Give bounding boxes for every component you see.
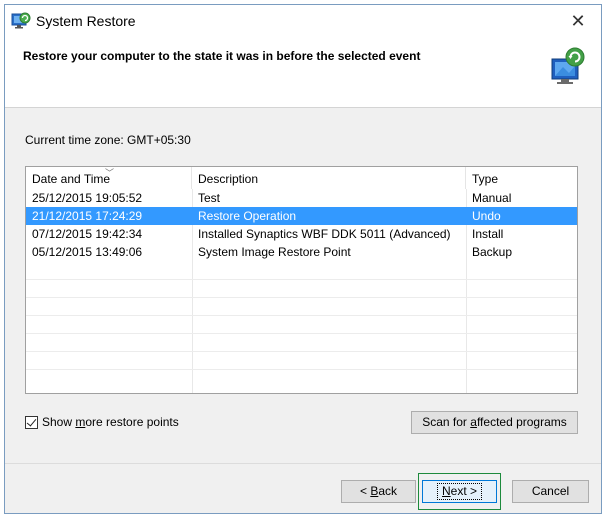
restore-point-row[interactable]: 05/12/2015 13:49:06 System Image Restore… (26, 243, 577, 261)
wizard-header: Restore your computer to the state it wa… (5, 37, 601, 108)
show-more-restore-points-option[interactable]: Show more restore points (25, 415, 179, 429)
column-date-and-time[interactable]: Date and Time ﹀ (26, 167, 192, 189)
window-title: System Restore (36, 13, 136, 29)
restore-point-row[interactable]: 07/12/2015 19:42:34 Installed Synaptics … (26, 225, 577, 243)
row-type: Install (472, 227, 504, 241)
column-description[interactable]: Description (192, 167, 466, 189)
system-restore-icon (11, 12, 31, 29)
restore-monitor-icon (551, 47, 585, 84)
title-bar: System Restore ✕ (5, 5, 601, 37)
system-restore-window: System Restore ✕ Restore your computer t… (4, 4, 602, 514)
row-divider (26, 333, 577, 334)
row-divider (26, 369, 577, 370)
column-type[interactable]: Type (466, 167, 577, 189)
timezone-label: Current time zone: GMT+05:30 (25, 133, 191, 147)
row-divider (26, 315, 577, 316)
restore-points-list[interactable]: Date and Time ﹀ Description Type 25/12/2… (25, 166, 578, 394)
row-type: Undo (472, 209, 501, 223)
row-description: Restore Operation (198, 209, 297, 223)
footer-divider (5, 463, 601, 464)
cancel-button[interactable]: Cancel (512, 480, 589, 503)
back-button[interactable]: < Back (341, 480, 416, 503)
sort-indicator-icon: ﹀ (105, 168, 115, 178)
restore-point-row[interactable]: 25/12/2015 19:05:52 Test Manual (26, 189, 577, 207)
row-divider (26, 351, 577, 352)
row-description: Installed Synaptics WBF DDK 5011 (Advanc… (198, 227, 451, 241)
scan-affected-programs-button[interactable]: Scan for affected programs (411, 411, 578, 434)
row-description: System Image Restore Point (198, 245, 351, 259)
row-description: Test (198, 191, 221, 205)
row-type: Manual (472, 191, 512, 205)
row-type: Backup (472, 245, 513, 259)
row-divider (26, 279, 577, 280)
restore-point-row[interactable]: 21/12/2015 17:24:29 Restore Operation Un… (26, 207, 577, 225)
next-button[interactable]: Next > (422, 480, 497, 503)
wizard-instruction: Restore your computer to the state it wa… (23, 49, 421, 63)
row-date: 07/12/2015 19:42:34 (32, 227, 143, 241)
row-date: 21/12/2015 17:24:29 (32, 209, 143, 223)
row-date: 05/12/2015 13:49:06 (32, 245, 143, 259)
close-icon: ✕ (570, 10, 586, 31)
show-more-restore-points-label: Show more restore points (42, 415, 179, 429)
row-divider (26, 297, 577, 298)
show-more-restore-points-checkbox[interactable] (25, 415, 38, 429)
row-date: 25/12/2015 19:05:52 (32, 191, 143, 205)
close-button[interactable]: ✕ (555, 5, 601, 37)
